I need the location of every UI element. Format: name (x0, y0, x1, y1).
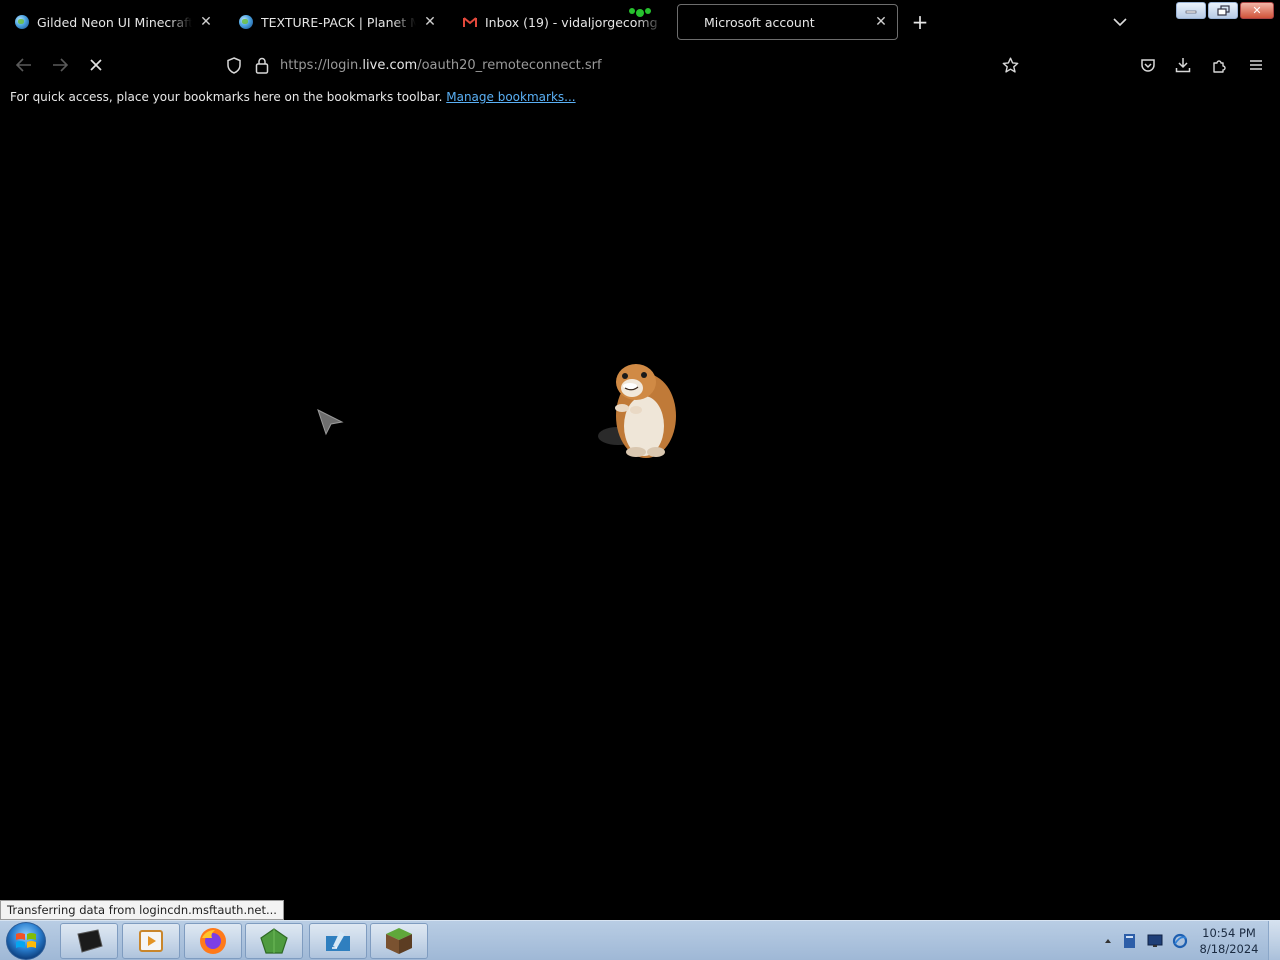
close-window-button[interactable]: ✕ (1240, 2, 1274, 19)
tab-gilded-neon[interactable]: Gilded Neon UI Minecraft Texture Pack ✕ (4, 4, 222, 40)
minecraft-grass-block-icon (386, 928, 412, 954)
url-prefix: https://login. (280, 57, 363, 73)
taskbar-media-player[interactable] (122, 923, 180, 959)
chevron-up-icon (1105, 939, 1111, 943)
downloads-button[interactable] (1168, 50, 1198, 80)
close-tab-icon[interactable]: ✕ (873, 14, 889, 30)
volume-tray-button[interactable] (1172, 933, 1188, 949)
tab-attention-indicator (622, 4, 658, 18)
tray-app-icon[interactable] (1122, 933, 1138, 949)
bookmarks-hint-text: For quick access, place your bookmarks h… (10, 90, 443, 104)
manage-bookmarks-link[interactable]: Manage bookmarks... (446, 90, 575, 104)
taskbar-firefox[interactable] (184, 923, 242, 959)
navigation-toolbar: https://login. live.com/oauth20_remotecon… (0, 44, 1280, 86)
taskbar-terminal[interactable] (60, 923, 118, 959)
bookmarks-toolbar: For quick access, place your bookmarks h… (10, 90, 576, 108)
new-tab-button[interactable]: + (906, 8, 934, 36)
url-host: live.com (362, 57, 418, 73)
download-icon (1175, 58, 1191, 73)
close-tab-icon[interactable]: ✕ (198, 14, 214, 30)
taskbar-file-manager[interactable] (309, 923, 367, 959)
tab-title: TEXTURE-PACK | Planet Minecraft (261, 14, 416, 30)
system-clock[interactable]: 10:54 PM 8/18/2024 (1196, 925, 1262, 957)
clock-time: 10:54 PM (1202, 926, 1256, 940)
url-path: /oauth20_remoteconnect.srf (417, 57, 602, 73)
tab-strip: Gilded Neon UI Minecraft Texture Pack ✕ … (0, 0, 1280, 44)
minimize-button[interactable] (1176, 2, 1206, 19)
list-all-tabs-button[interactable] (1106, 8, 1134, 36)
puzzle-icon (1213, 60, 1226, 73)
tracking-protection-button[interactable] (219, 50, 249, 80)
pocket-icon (1141, 58, 1155, 72)
restore-button[interactable] (1208, 2, 1238, 19)
window-controls: ✕ (1176, 2, 1274, 19)
bookmark-page-button[interactable] (995, 50, 1025, 80)
close-icon (90, 59, 102, 71)
chevron-down-icon (1113, 17, 1127, 26)
media-player-icon (139, 930, 163, 952)
tab-texture-pack[interactable]: TEXTURE-PACK | Planet Minecraft ✕ (228, 4, 446, 40)
gmail-icon (462, 15, 477, 30)
taskbar-emerald-app[interactable] (245, 923, 303, 959)
tab-microsoft-account[interactable]: Microsoft account ✕ (677, 4, 898, 40)
forward-button[interactable] (45, 50, 75, 80)
taskbar-minecraft[interactable] (370, 923, 428, 959)
network-tray-button[interactable] (1147, 933, 1163, 949)
arrow-left-icon (16, 58, 31, 72)
save-to-pocket-button[interactable] (1133, 50, 1163, 80)
stop-loading-button[interactable] (81, 50, 111, 80)
globe-icon (14, 15, 29, 30)
emerald-icon (260, 928, 288, 954)
arrow-right-icon (53, 58, 68, 72)
globe-icon (238, 15, 253, 30)
app-menu-button[interactable] (1241, 50, 1271, 80)
shield-icon (227, 56, 241, 74)
ie-style-icon (1172, 933, 1188, 949)
status-panel: Transferring data from logincdn.msftauth… (0, 900, 284, 920)
tab-title: Gilded Neon UI Minecraft Texture Pack (37, 14, 192, 30)
windows-logo-icon (16, 933, 36, 948)
monitor-icon (1147, 934, 1163, 947)
lock-icon (255, 57, 269, 74)
file-manager-icon (326, 931, 350, 951)
show-hidden-icons-button[interactable] (1100, 933, 1116, 949)
extensions-button[interactable] (1205, 50, 1235, 80)
document-icon (1124, 934, 1135, 948)
hamburger-menu-icon (1250, 60, 1262, 70)
close-tab-icon[interactable]: ✕ (422, 14, 438, 30)
back-button[interactable] (9, 50, 39, 80)
mouse-cursor-icon (316, 408, 344, 436)
start-button[interactable] (6, 922, 46, 960)
firefox-icon (200, 928, 226, 954)
site-identity-button[interactable] (247, 50, 277, 80)
hamster-image (592, 352, 688, 464)
clock-date: 8/18/2024 (1199, 942, 1259, 956)
browser-window: Gilded Neon UI Minecraft Texture Pack ✕ … (0, 0, 1280, 960)
terminal-icon (77, 929, 103, 953)
star-icon (1002, 57, 1018, 73)
taskbar: 10:54 PM 8/18/2024 (0, 920, 1280, 960)
show-desktop-button[interactable] (1268, 921, 1280, 960)
tab-title: Microsoft account (704, 14, 815, 30)
address-bar[interactable]: https://login. live.com/oauth20_remotecon… (280, 50, 980, 80)
